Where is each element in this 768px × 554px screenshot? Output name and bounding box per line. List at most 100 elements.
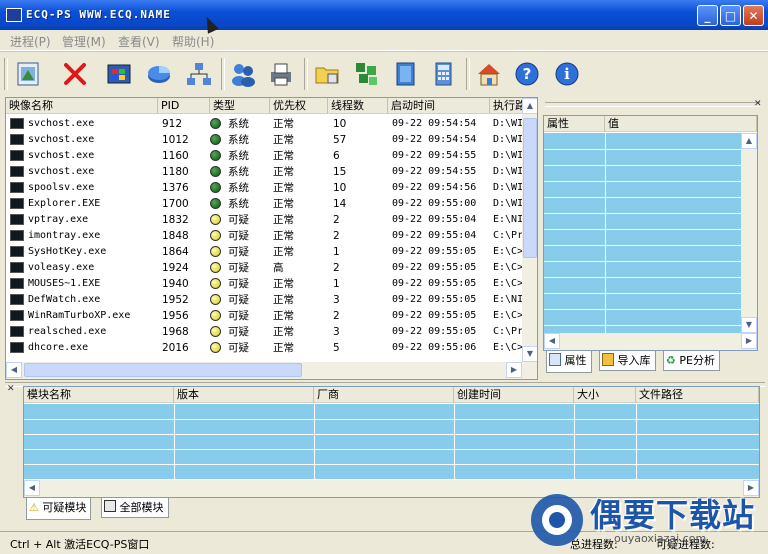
col-module-name[interactable]: 模块名称 [24, 387, 174, 403]
col-priority[interactable]: 优先权 [270, 98, 328, 114]
cell-name: realsched.exe [28, 326, 107, 337]
users-icon[interactable] [226, 56, 260, 92]
table-row[interactable]: svchost.exe 1180 系统 正常 15 09-22 09:54:55 D:\WI [6, 164, 522, 180]
cell-type: 可疑 [228, 294, 249, 306]
process-icon [10, 342, 24, 353]
cell-type: 可疑 [228, 278, 249, 290]
col-file-path[interactable]: 文件路径 [636, 387, 759, 403]
menu-manage[interactable]: 管理(M) [62, 33, 106, 50]
help-icon[interactable]: ? [510, 56, 544, 92]
cell-start: 09-22 09:54:56 [392, 182, 477, 193]
cell-type: 系统 [228, 134, 249, 146]
module-panel-close-icon[interactable]: ✕ [7, 384, 15, 394]
home-icon[interactable] [472, 56, 506, 92]
col-threads[interactable]: 线程数 [328, 98, 388, 114]
modules-icon[interactable] [350, 56, 384, 92]
table-row[interactable]: spoolsv.exe 1376 系统 正常 10 09-22 09:54:56 D:\WI [6, 180, 522, 196]
table-row[interactable]: svchost.exe 1012 系统 正常 57 09-22 09:54:54 D:\WI [6, 132, 522, 148]
notebook-icon[interactable] [388, 56, 422, 92]
col-created[interactable]: 创建时间 [454, 387, 574, 403]
process-icon [10, 198, 24, 209]
scroll-thumb[interactable] [24, 363, 302, 377]
info-icon[interactable]: i [550, 56, 584, 92]
col-version[interactable]: 版本 [174, 387, 314, 403]
table-row[interactable]: realsched.exe 1968 可疑 正常 3 09-22 09:55:05 C:\P… [6, 324, 522, 340]
cell-path: E:\C> [493, 246, 522, 257]
menu-process[interactable]: 进程(P) [10, 33, 51, 50]
col-exec-path[interactable]: 执行路 [490, 98, 524, 114]
scroll-right-icon[interactable]: ▶ [506, 362, 522, 378]
tab-pe-analysis[interactable]: ♻ PE分析 [663, 351, 720, 371]
svg-text:i: i [564, 65, 570, 83]
process-vscroll[interactable]: ▲ ▼ [522, 98, 537, 362]
process-list[interactable]: 映像名称 PID 类型 优先权 线程数 启动时间 执行路 svchost.exe… [5, 97, 538, 380]
cell-name: svchost.exe [28, 150, 95, 161]
process-icon [10, 118, 24, 129]
windows-icon[interactable] [102, 56, 136, 92]
col-attribute[interactable]: 属性 [544, 116, 605, 132]
scroll-up-icon[interactable]: ▲ [522, 98, 537, 114]
menu-view[interactable]: 查看(V) [118, 33, 160, 50]
cell-priority: 正常 [273, 182, 294, 194]
scroll-thumb[interactable] [523, 118, 537, 258]
close-button[interactable]: ✕ [743, 5, 764, 26]
title-bar[interactable]: ECQ-PS WWW.ECQ.NAME _ □ ✕ [0, 0, 768, 30]
process-hscroll[interactable]: ◀ ▶ [6, 362, 537, 379]
col-pid[interactable]: PID [158, 98, 210, 114]
panel-close-icon[interactable]: ✕ [754, 99, 762, 109]
menu-help[interactable]: 帮助(H) [172, 33, 214, 50]
new-process-icon[interactable] [12, 56, 46, 92]
cell-pid: 1180 [162, 166, 189, 178]
scroll-left-icon[interactable]: ◀ [544, 333, 560, 349]
scroll-left-icon[interactable]: ◀ [6, 362, 22, 378]
tab-import-library[interactable]: 导入库 [599, 351, 656, 371]
cell-start: 09-22 09:54:54 [392, 134, 477, 145]
table-row[interactable]: svchost.exe 912 系统 正常 10 09-22 09:54:54 D:\WI [6, 116, 522, 132]
col-vendor[interactable]: 厂商 [314, 387, 454, 403]
scroll-right-icon[interactable]: ▶ [741, 333, 757, 349]
col-image-name[interactable]: 映像名称 [6, 98, 158, 114]
scroll-left-icon[interactable]: ◀ [24, 480, 40, 496]
properties-hscroll[interactable]: ◀ ▶ [544, 333, 757, 350]
cell-type: 系统 [228, 198, 249, 210]
table-row[interactable]: voleasy.exe 1924 可疑 高 2 09-22 09:55:05 E:\C> [6, 260, 522, 276]
cell-threads: 6 [333, 150, 340, 162]
minimize-button[interactable]: _ [697, 5, 718, 26]
cell-threads: 3 [333, 294, 340, 306]
process-icon [10, 294, 24, 305]
scroll-down-icon[interactable]: ▼ [522, 346, 537, 362]
scroll-up-icon[interactable]: ▲ [741, 133, 757, 149]
table-row[interactable]: vptray.exe 1832 可疑 正常 2 09-22 09:55:04 E:\NI [6, 212, 522, 228]
col-start-time[interactable]: 启动时间 [388, 98, 490, 114]
table-row[interactable]: Explorer.EXE 1700 系统 正常 14 09-22 09:55:00 D:\W… [6, 196, 522, 212]
col-type[interactable]: 类型 [210, 98, 270, 114]
tab-suspect-modules[interactable]: ⚠ 可疑模块 [26, 498, 92, 520]
table-row[interactable]: imontray.exe 1848 可疑 正常 2 09-22 09:55:04 C:\Pr [6, 228, 522, 244]
col-size[interactable]: 大小 [574, 387, 636, 403]
table-row[interactable]: dhcore.exe 2016 可疑 正常 5 09-22 09:55:06 E:\C> [6, 340, 522, 356]
table-row[interactable]: SysHotKey.exe 1864 可疑 正常 1 09-22 09:55:05 E:\C… [6, 244, 522, 260]
cell-threads: 3 [333, 326, 340, 338]
network-icon[interactable] [182, 56, 216, 92]
panel-grip[interactable] [545, 102, 760, 107]
pie-chart-icon[interactable] [142, 56, 176, 92]
process-icon [10, 230, 24, 241]
table-row[interactable]: MOUSES~1.EXE 1940 可疑 正常 1 09-22 09:55:05 E:\C> [6, 276, 522, 292]
table-row[interactable]: WinRamTurboXP.exe 1956 可疑 正常 2 09-22 09:55:05… [6, 308, 522, 324]
maximize-button[interactable]: □ [720, 5, 741, 26]
scroll-down-icon[interactable]: ▼ [741, 317, 757, 333]
col-value[interactable]: 值 [605, 116, 757, 132]
folder-icon[interactable] [310, 56, 344, 92]
table-row[interactable]: svchost.exe 1160 系统 正常 6 09-22 09:54:55 D:\WI [6, 148, 522, 164]
properties-grid[interactable]: 属性 值 ▲ ▼ ◀ ▶ [543, 115, 758, 351]
properties-vscroll[interactable]: ▲ ▼ [741, 133, 757, 333]
kill-process-icon[interactable] [58, 56, 92, 92]
table-row[interactable]: DefWatch.exe 1952 可疑 正常 3 09-22 09:55:05 E:\NI [6, 292, 522, 308]
calculator-icon[interactable] [426, 56, 460, 92]
app-icon[interactable] [6, 8, 22, 22]
cell-path: E:\C> [493, 310, 522, 321]
tab-properties[interactable]: 属性 [546, 351, 592, 373]
module-list[interactable]: 模块名称 版本 厂商 创建时间 大小 文件路径 ◀ ▶ [23, 386, 760, 498]
tab-all-modules[interactable]: 全部模块 [101, 498, 169, 518]
printer-icon[interactable] [264, 56, 298, 92]
